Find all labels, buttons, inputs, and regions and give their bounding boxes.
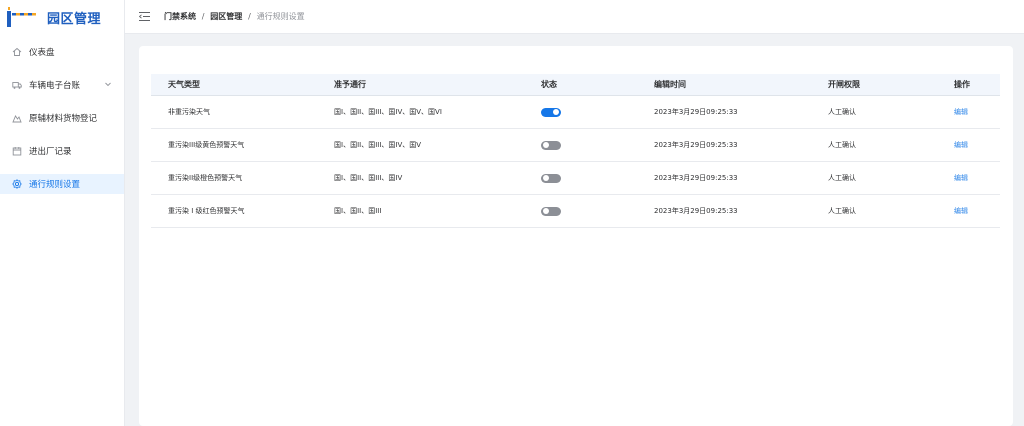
table-row: 非重污染天气 国I、国II、国III、国IV、国V、国VI 2023年3月29日… [151,96,1000,129]
breadcrumb-separator: / [248,12,251,21]
weather-type-cell: 重污染 I 级红色预警天气 [168,207,245,215]
sidebar-menu: 仪表盘 车辆电子台账 原辅材料货物登记 进出厂记录 通行规则设置 [0,42,124,194]
sidebar-item-access-rules[interactable]: 通行规则设置 [0,174,124,194]
sidebar-item-label: 通行规则设置 [29,180,81,190]
edit-link[interactable]: 编辑 [954,107,968,117]
gate-permission-cell: 人工确认 [828,174,856,182]
edit-link[interactable]: 编辑 [954,206,968,216]
content-panel: 天气类型 准予通行 状态 编辑时间 开闸权限 操作 非重污染天气 国I、国II、… [139,46,1013,426]
header: 门禁系统 / 园区管理 / 通行规则设置 [125,0,1024,34]
rules-table: 天气类型 准予通行 状态 编辑时间 开闸权限 操作 非重污染天气 国I、国II、… [151,74,1000,228]
table-header: 天气类型 准予通行 状态 编辑时间 开闸权限 操作 [151,74,1000,96]
sidebar-item-label: 进出厂记录 [29,147,72,157]
sidebar-item-entry-exit[interactable]: 进出厂记录 [0,141,124,161]
weather-type-cell: 非重污染天气 [168,108,210,116]
edit-time-cell: 2023年3月29日09:25:33 [654,141,738,149]
logo-icon [7,7,37,27]
sidebar: 园区管理 仪表盘 车辆电子台账 原辅材料货物登记 进出厂记录 通行规则设置 [0,0,125,426]
logo-area: 园区管理 [0,0,124,34]
sidebar-item-label: 仪表盘 [29,48,55,58]
edit-time-cell: 2023年3月29日09:25:33 [654,174,738,182]
column-header: 开闸权限 [828,80,860,89]
home-icon [12,47,22,57]
chevron-down-icon [104,80,112,91]
sidebar-item-materials[interactable]: 原辅材料货物登记 [0,108,124,128]
status-toggle[interactable] [541,206,561,216]
calendar-icon [12,146,22,156]
gate-permission-cell: 人工确认 [828,108,856,116]
column-header: 准予通行 [334,80,366,89]
breadcrumb: 门禁系统 / 园区管理 / 通行规则设置 [164,11,305,22]
allowed-cell: 国I、国II、国III [334,207,382,215]
weather-type-cell: 重污染II级橙色预警天气 [168,174,243,182]
breadcrumb-current: 通行规则设置 [256,12,305,21]
column-header: 天气类型 [168,80,200,89]
materials-icon [12,113,22,123]
weather-type-cell: 重污染III级黄色预警天气 [168,141,245,149]
table-row: 重污染 I 级红色预警天气 国I、国II、国III 2023年3月29日09:2… [151,195,1000,228]
allowed-cell: 国I、国II、国III、国IV [334,174,403,182]
menu-fold-icon[interactable] [139,12,150,21]
breadcrumb-separator: / [201,12,205,21]
table-row: 重污染II级橙色预警天气 国I、国II、国III、国IV 2023年3月29日0… [151,162,1000,195]
truck-icon [12,80,22,90]
sidebar-item-vehicle-ledger[interactable]: 车辆电子台账 [0,75,124,95]
column-header: 操作 [954,80,970,89]
sidebar-item-label: 车辆电子台账 [29,81,81,91]
sidebar-item-label: 原辅材料货物登记 [29,114,98,124]
breadcrumb-item[interactable]: 门禁系统 [164,12,196,21]
breadcrumb-item[interactable]: 园区管理 [210,12,242,21]
status-toggle[interactable] [541,107,561,117]
column-header: 状态 [541,80,557,89]
column-header: 编辑时间 [654,80,686,89]
gear-icon [12,179,22,189]
sidebar-item-dashboard[interactable]: 仪表盘 [0,42,124,62]
table-row: 重污染III级黄色预警天气 国I、国II、国III、国IV、国V 2023年3月… [151,129,1000,162]
gate-permission-cell: 人工确认 [828,207,856,215]
edit-time-cell: 2023年3月29日09:25:33 [654,108,738,116]
status-toggle[interactable] [541,173,561,183]
gate-permission-cell: 人工确认 [828,141,856,149]
edit-link[interactable]: 编辑 [954,173,968,183]
edit-time-cell: 2023年3月29日09:25:33 [654,207,738,215]
allowed-cell: 国I、国II、国III、国IV、国V、国VI [334,108,442,116]
edit-link[interactable]: 编辑 [954,140,968,150]
status-toggle[interactable] [541,140,561,150]
app-title: 园区管理 [47,11,102,27]
allowed-cell: 国I、国II、国III、国IV、国V [334,141,422,149]
